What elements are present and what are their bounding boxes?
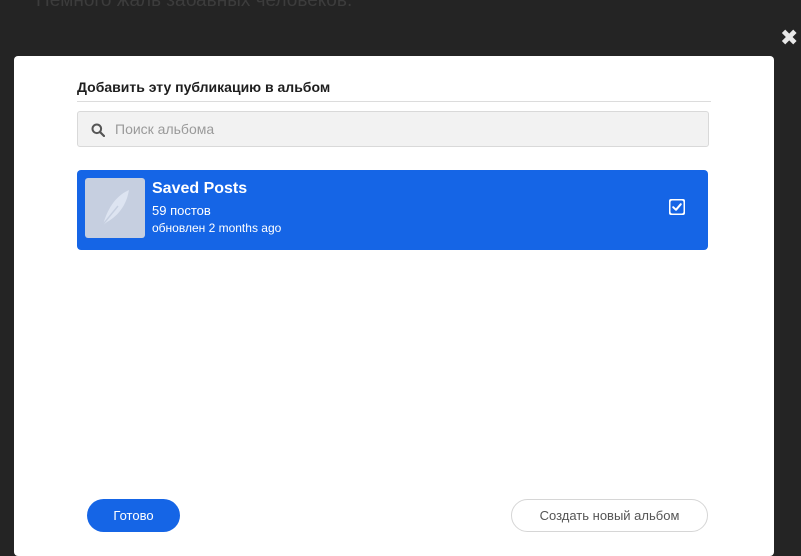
album-post-count: 59 постов [152,203,211,218]
create-album-button[interactable]: Создать новый альбом [511,499,708,532]
album-updated-time: обновлен 2 months ago [152,221,282,235]
feather-icon [99,190,129,229]
close-icon[interactable]: ✖ [780,27,798,49]
search-icon [91,123,105,137]
album-item-saved-posts[interactable]: Saved Posts 59 постов обновлен 2 months … [77,170,708,250]
checkbox-checked-icon [670,200,684,214]
album-search-input[interactable] [115,112,695,146]
background-post-text: Немного жаль забавных человеков. [36,0,353,11]
album-search-box[interactable] [77,111,709,147]
album-name: Saved Posts [152,180,248,197]
add-to-album-dialog: Добавить эту публикацию в альбом Saved P… [14,56,774,556]
done-button[interactable]: Готово [87,499,180,532]
album-checkbox[interactable] [669,199,685,215]
album-thumbnail [85,178,145,238]
dialog-title: Добавить эту публикацию в альбом [77,79,711,102]
